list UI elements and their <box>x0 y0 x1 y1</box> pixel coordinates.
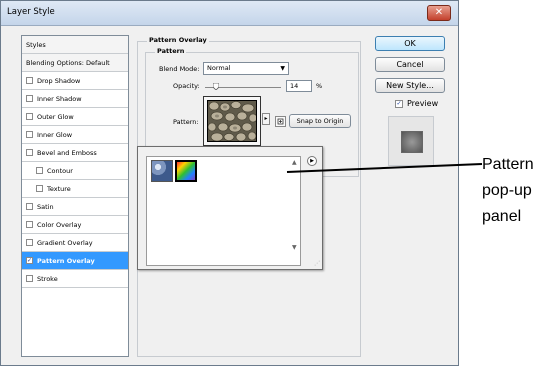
new-style-button[interactable]: New Style... <box>375 78 445 93</box>
scroll-up-icon[interactable]: ▲ <box>292 159 297 166</box>
styles-list-item[interactable]: Inner Glow <box>22 126 128 144</box>
popup-scrollbar[interactable]: ▲ ▼ <box>290 157 300 265</box>
style-label: Satin <box>37 202 54 211</box>
preview-swatch <box>401 131 423 153</box>
pattern-picker-arrow-icon[interactable]: ▸ <box>262 113 270 125</box>
style-label: Inner Shadow <box>37 94 82 103</box>
pattern-swatch[interactable] <box>203 96 261 146</box>
styles-list-item[interactable]: Bevel and Emboss <box>22 144 128 162</box>
style-checkbox[interactable] <box>26 221 33 228</box>
window-title: Layer Style <box>7 7 55 17</box>
styles-list-item[interactable]: ✓ Pattern Overlay <box>22 252 128 270</box>
cancel-button[interactable]: Cancel <box>375 57 445 72</box>
resize-grip-icon[interactable]: ⋰ <box>314 260 320 267</box>
callout-label: Pattern pop-up panel <box>482 156 534 225</box>
style-label: Blending Options: Default <box>26 58 110 67</box>
style-checkbox[interactable] <box>26 131 33 138</box>
blend-mode-label: Blend Mode: <box>159 65 200 73</box>
blend-mode-select[interactable]: Normal ▼ <box>203 62 289 75</box>
dropdown-arrow-icon: ▼ <box>280 65 285 72</box>
pattern-popup-panel: ▲ ▼ ▶ ⋰ <box>137 146 323 270</box>
style-label: Gradient Overlay <box>37 238 93 247</box>
preview-toggle[interactable]: ✓ Preview <box>395 99 438 108</box>
pattern-subgroup-title: Pattern <box>155 47 187 55</box>
styles-list-item[interactable]: Gradient Overlay <box>22 234 128 252</box>
popup-menu-icon[interactable]: ▶ <box>307 156 317 166</box>
styles-list-item[interactable]: Contour <box>22 162 128 180</box>
opacity-input[interactable]: 14 <box>286 80 312 92</box>
styles-list-item[interactable]: Blending Options: Default <box>22 54 128 72</box>
styles-list: Styles Blending Options: Default Drop Shad… <box>21 35 129 357</box>
preview-label: Preview <box>407 99 439 108</box>
pattern-library: ▲ ▼ <box>146 156 301 266</box>
style-checkbox[interactable] <box>26 113 33 120</box>
style-checkbox[interactable] <box>26 95 33 102</box>
close-button[interactable]: ✕ <box>427 5 451 21</box>
styles-list-item[interactable]: Outer Glow <box>22 108 128 126</box>
new-preset-icon <box>277 118 284 125</box>
preview-checkbox[interactable]: ✓ <box>395 99 403 108</box>
pattern-preset-bubbles[interactable] <box>151 160 173 182</box>
styles-list-item[interactable]: Inner Shadow <box>22 90 128 108</box>
scroll-down-icon[interactable]: ▼ <box>292 244 297 251</box>
style-checkbox[interactable]: ✓ <box>26 257 33 264</box>
style-label: Bevel and Emboss <box>37 148 97 157</box>
new-preset-button[interactable] <box>275 116 286 127</box>
layer-style-dialog: Layer Style ✕ Styles Blending Options: De… <box>0 0 459 366</box>
style-label: Color Overlay <box>37 220 82 229</box>
pebbles-pattern-thumbnail <box>207 100 257 142</box>
style-label: Texture <box>47 184 71 193</box>
styles-list-item[interactable]: Drop Shadow <box>22 72 128 90</box>
styles-list-item[interactable]: Styles <box>22 36 128 54</box>
blend-mode-value: Normal <box>207 64 231 72</box>
styles-list-item[interactable]: Color Overlay <box>22 216 128 234</box>
opacity-slider-thumb[interactable] <box>212 83 219 90</box>
style-checkbox[interactable] <box>26 239 33 246</box>
style-label: Contour <box>47 166 73 175</box>
pattern-label: Pattern: <box>173 118 199 126</box>
style-checkbox[interactable] <box>26 149 33 156</box>
styles-list-item[interactable]: Texture <box>22 180 128 198</box>
style-label: Stroke <box>37 274 58 283</box>
opacity-label: Opacity: <box>173 82 200 90</box>
style-checkbox[interactable] <box>26 275 33 282</box>
style-checkbox[interactable] <box>26 203 33 210</box>
style-checkbox[interactable] <box>36 167 43 174</box>
pattern-overlay-title: Pattern Overlay <box>147 36 209 44</box>
opacity-unit: % <box>316 82 323 90</box>
style-checkbox[interactable] <box>26 77 33 84</box>
style-preview <box>388 116 434 166</box>
snap-to-origin-button[interactable]: Snap to Origin <box>289 114 351 128</box>
styles-list-item[interactable]: Stroke <box>22 270 128 288</box>
title-bar: Layer Style ✕ <box>1 1 458 26</box>
style-label: Styles <box>26 40 46 49</box>
styles-list-item[interactable]: Satin <box>22 198 128 216</box>
ok-button[interactable]: OK <box>375 36 445 51</box>
style-label: Inner Glow <box>37 130 73 139</box>
style-label: Outer Glow <box>37 112 74 121</box>
style-checkbox[interactable] <box>36 185 43 192</box>
pattern-preset-rainbow[interactable] <box>175 160 197 182</box>
style-label: Drop Shadow <box>37 76 81 85</box>
style-label: Pattern Overlay <box>37 256 95 265</box>
